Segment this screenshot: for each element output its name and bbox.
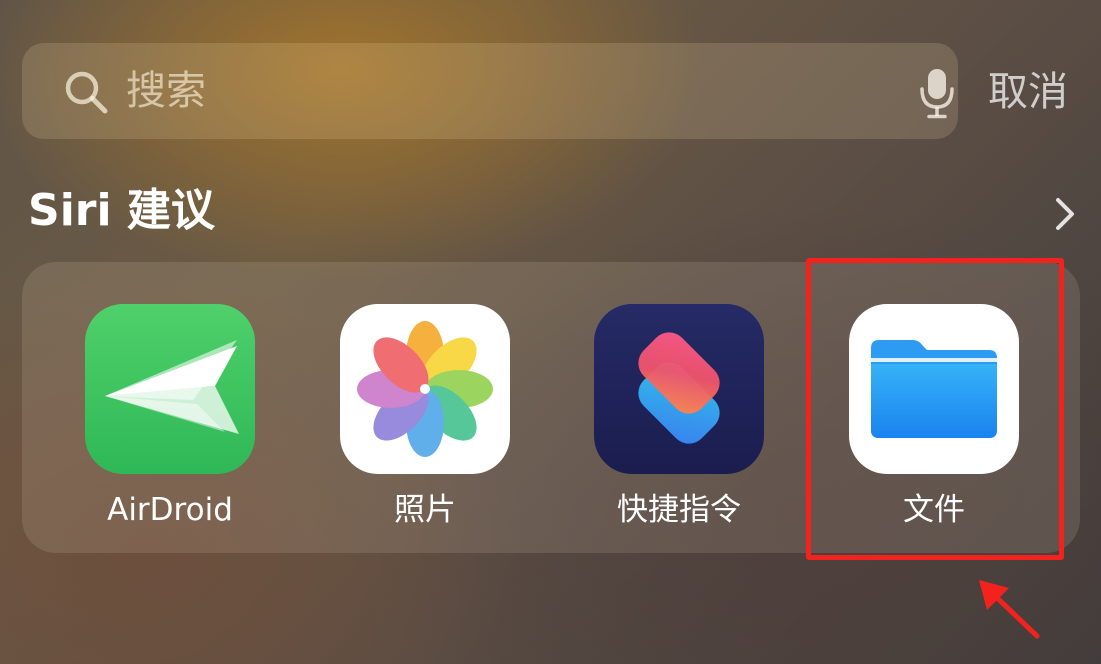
chevron-right-icon[interactable] bbox=[1050, 196, 1078, 232]
airdroid-icon[interactable] bbox=[85, 304, 255, 474]
app-airdroid[interactable]: AirDroid bbox=[85, 304, 255, 534]
cancel-button[interactable]: 取消 bbox=[988, 66, 1088, 118]
search-icon bbox=[65, 71, 108, 114]
search-field[interactable]: 搜索 bbox=[22, 43, 958, 139]
highlight-box bbox=[806, 258, 1064, 560]
arrow-icon bbox=[979, 580, 1040, 639]
app-label: 照片 bbox=[394, 492, 456, 528]
app-label: AirDroid bbox=[107, 492, 233, 528]
siri-suggestions-title: Siri 建议 bbox=[28, 185, 215, 236]
photos-icon[interactable] bbox=[340, 304, 510, 474]
microphone-icon[interactable] bbox=[918, 67, 956, 119]
app-shortcuts[interactable]: 快捷指令 bbox=[594, 304, 764, 534]
app-photos[interactable]: 照片 bbox=[340, 304, 510, 534]
search-placeholder[interactable]: 搜索 bbox=[126, 67, 206, 115]
app-label: 快捷指令 bbox=[617, 492, 741, 528]
shortcuts-icon[interactable] bbox=[594, 304, 764, 474]
